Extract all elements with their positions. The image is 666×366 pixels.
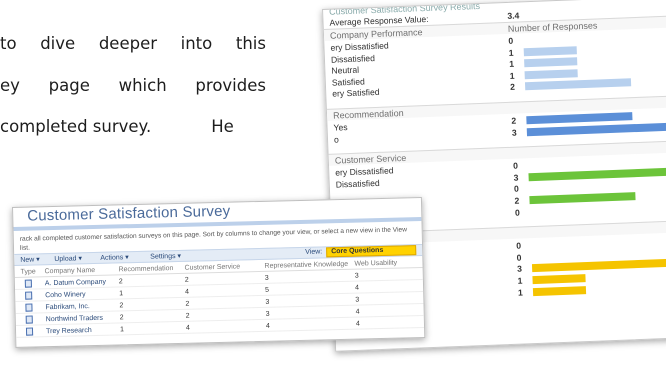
results-row-label: Neutral bbox=[331, 64, 360, 76]
col-header-customer-service[interactable]: Customer Service bbox=[184, 263, 240, 271]
results-row-label: ery Satisfied bbox=[332, 87, 380, 100]
results-row-count: 1 bbox=[517, 275, 523, 286]
score-cell: 4 bbox=[355, 308, 360, 316]
document-line-2-word: ey bbox=[0, 76, 20, 95]
score-cell: 2 bbox=[185, 300, 190, 308]
results-row-label: Dissatisfied bbox=[335, 177, 380, 190]
score-cell: 4 bbox=[354, 284, 360, 292]
score-cell: 1 bbox=[119, 326, 125, 334]
score-cell: 3 bbox=[265, 298, 270, 306]
survey-response-icon bbox=[25, 315, 33, 324]
col-header-type[interactable]: Type bbox=[21, 268, 36, 275]
results-row-count: 0 bbox=[513, 183, 520, 195]
upload-label: Upload bbox=[54, 255, 77, 263]
results-bar bbox=[523, 45, 577, 56]
document-line-3: completed survey. He bbox=[0, 117, 234, 136]
results-row-count: 2 bbox=[514, 195, 520, 206]
results-row-count: 0 bbox=[516, 240, 522, 251]
document-line-1-word: to bbox=[0, 34, 17, 53]
results-row-label: Satisfied bbox=[331, 76, 365, 88]
results-row-count: 2 bbox=[509, 82, 516, 93]
results-bar bbox=[524, 57, 578, 68]
col-header-company[interactable]: Company Name bbox=[45, 267, 96, 275]
results-row-label: ery Dissatisfied bbox=[330, 40, 389, 53]
results-row-count: 1 bbox=[509, 70, 515, 81]
results-row-count: 2 bbox=[511, 115, 517, 126]
results-row-count: 1 bbox=[517, 287, 523, 298]
average-value: 3.4 bbox=[507, 10, 520, 21]
results-row-count: 3 bbox=[516, 263, 523, 275]
score-cell: 1 bbox=[119, 290, 124, 298]
results-bar bbox=[524, 78, 631, 91]
survey-response-icon bbox=[25, 327, 34, 336]
survey-response-icon bbox=[24, 279, 32, 288]
list-title: Customer Satisfaction Survey bbox=[27, 202, 231, 225]
document-line-2-word: page bbox=[48, 76, 90, 95]
score-cell: 2 bbox=[184, 276, 189, 284]
score-cell: 2 bbox=[119, 314, 124, 322]
document-line-2: ey page which provides bbox=[0, 76, 266, 95]
score-cell: 2 bbox=[119, 302, 124, 310]
settings-label: Settings bbox=[150, 253, 176, 261]
document-line-1-word: dive bbox=[40, 34, 76, 53]
score-cell: 3 bbox=[264, 274, 269, 282]
results-row-count: 0 bbox=[516, 252, 522, 263]
document-line-1-word: this bbox=[235, 34, 266, 53]
score-cell: 2 bbox=[185, 312, 190, 320]
company-name-cell[interactable]: Coho Winery bbox=[45, 291, 86, 299]
company-name-cell[interactable]: Fabrikam, Inc. bbox=[45, 303, 90, 311]
results-row-label: o bbox=[333, 134, 339, 145]
document-line-1-word: into bbox=[180, 34, 213, 53]
actions-label: Actions bbox=[100, 254, 124, 262]
results-bar bbox=[532, 285, 586, 296]
survey-list-screenshot: Customer Satisfaction Survey rack all co… bbox=[12, 196, 426, 348]
actions-menu[interactable]: Actions ▾ bbox=[100, 253, 129, 262]
score-cell: 4 bbox=[265, 322, 270, 330]
results-row-label: Dissatisfied bbox=[330, 52, 376, 65]
score-cell: 4 bbox=[185, 324, 191, 332]
score-cell: 3 bbox=[265, 310, 270, 318]
settings-menu[interactable]: Settings ▾ bbox=[150, 252, 181, 261]
view-value: Core Questions bbox=[331, 246, 384, 256]
results-row-count: 1 bbox=[509, 58, 515, 70]
col-header-web-usability[interactable]: Web Usability bbox=[354, 260, 397, 268]
results-row-count: 0 bbox=[508, 35, 514, 46]
results-row-count: 1 bbox=[508, 47, 514, 58]
document-line-3-b: He bbox=[211, 117, 234, 136]
col-header-knowledge[interactable]: Representative Knowledge bbox=[264, 261, 348, 270]
score-cell: 4 bbox=[355, 320, 360, 328]
document-line-1-word: deeper bbox=[98, 34, 157, 53]
document-line-1: to dive deeper into this bbox=[0, 34, 266, 53]
results-bar bbox=[532, 274, 586, 285]
view-label: View: bbox=[305, 248, 323, 256]
company-name-cell[interactable]: Northwind Traders bbox=[46, 315, 103, 323]
score-cell: 3 bbox=[355, 296, 360, 304]
results-row-count: 3 bbox=[511, 127, 517, 138]
view-selector[interactable]: Core Questions bbox=[326, 245, 417, 258]
survey-response-icon bbox=[25, 303, 33, 312]
score-cell: 3 bbox=[354, 272, 359, 280]
score-cell: 2 bbox=[118, 278, 123, 286]
document-line-2-word: provides bbox=[195, 76, 266, 95]
document-line-3-a: completed survey. bbox=[0, 117, 152, 136]
results-row-count: 0 bbox=[514, 207, 520, 218]
new-menu[interactable]: New ▾ bbox=[20, 255, 40, 263]
upload-menu[interactable]: Upload ▾ bbox=[54, 254, 82, 263]
results-row-count: 0 bbox=[512, 160, 519, 171]
score-cell: 4 bbox=[185, 288, 190, 296]
survey-response-icon bbox=[25, 291, 33, 300]
results-row-label: ery Dissatisfied bbox=[335, 165, 394, 178]
document-line-2-word: which bbox=[118, 76, 167, 95]
col-header-recommendation[interactable]: Recommendation bbox=[118, 265, 173, 273]
results-bar bbox=[524, 69, 578, 80]
score-cell: 5 bbox=[265, 286, 270, 294]
results-row-label: Yes bbox=[333, 122, 348, 133]
new-label: New bbox=[20, 256, 35, 264]
results-row-count: 3 bbox=[513, 172, 519, 183]
company-name-cell[interactable]: Trey Research bbox=[46, 327, 92, 335]
company-name-cell[interactable]: A. Datum Company bbox=[45, 279, 106, 287]
